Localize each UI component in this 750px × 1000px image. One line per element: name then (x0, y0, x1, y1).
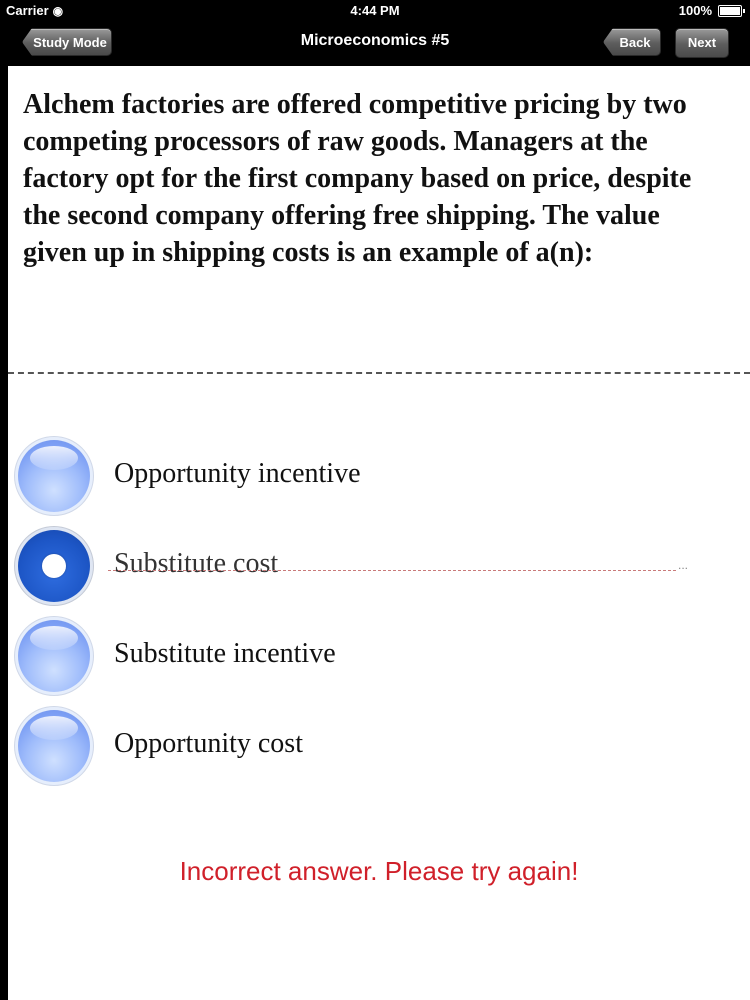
radio-button[interactable] (18, 710, 90, 782)
answer-option-1[interactable]: Opportunity incentive (18, 440, 718, 516)
answer-label: Opportunity cost (114, 728, 303, 759)
feedback-message: Incorrect answer. Please try again! (179, 856, 579, 886)
answer-option-3[interactable]: Substitute incentive (18, 620, 718, 696)
radio-button-selected[interactable] (18, 530, 90, 602)
navigation-bar: Study Mode Microeconomics #5 Back Next (0, 22, 750, 62)
status-bar: Carrier ◉ 4:44 PM 100% (0, 0, 750, 22)
battery-icon (718, 5, 745, 17)
strikethrough-line (108, 570, 676, 571)
next-button[interactable]: Next (675, 28, 729, 58)
back-button[interactable]: Back (603, 28, 661, 56)
clock: 4:44 PM (350, 3, 400, 18)
radio-button[interactable] (18, 440, 90, 512)
answer-option-2[interactable]: Substitute cost ... (18, 530, 718, 606)
question-panel: Alchem factories are offered competitive… (8, 66, 750, 1000)
radio-dot-icon (42, 554, 66, 578)
radio-button[interactable] (18, 620, 90, 692)
answer-label: Substitute cost (114, 548, 279, 579)
ellipsis-icon: ... (678, 558, 689, 572)
answer-label: Opportunity incentive (114, 458, 361, 489)
divider (8, 372, 750, 374)
answer-label: Substitute incentive (114, 638, 336, 669)
answer-option-4[interactable]: Opportunity cost (18, 710, 718, 786)
question-text: Alchem factories are offered competitive… (23, 89, 692, 268)
battery-percent: 100% (678, 3, 712, 18)
